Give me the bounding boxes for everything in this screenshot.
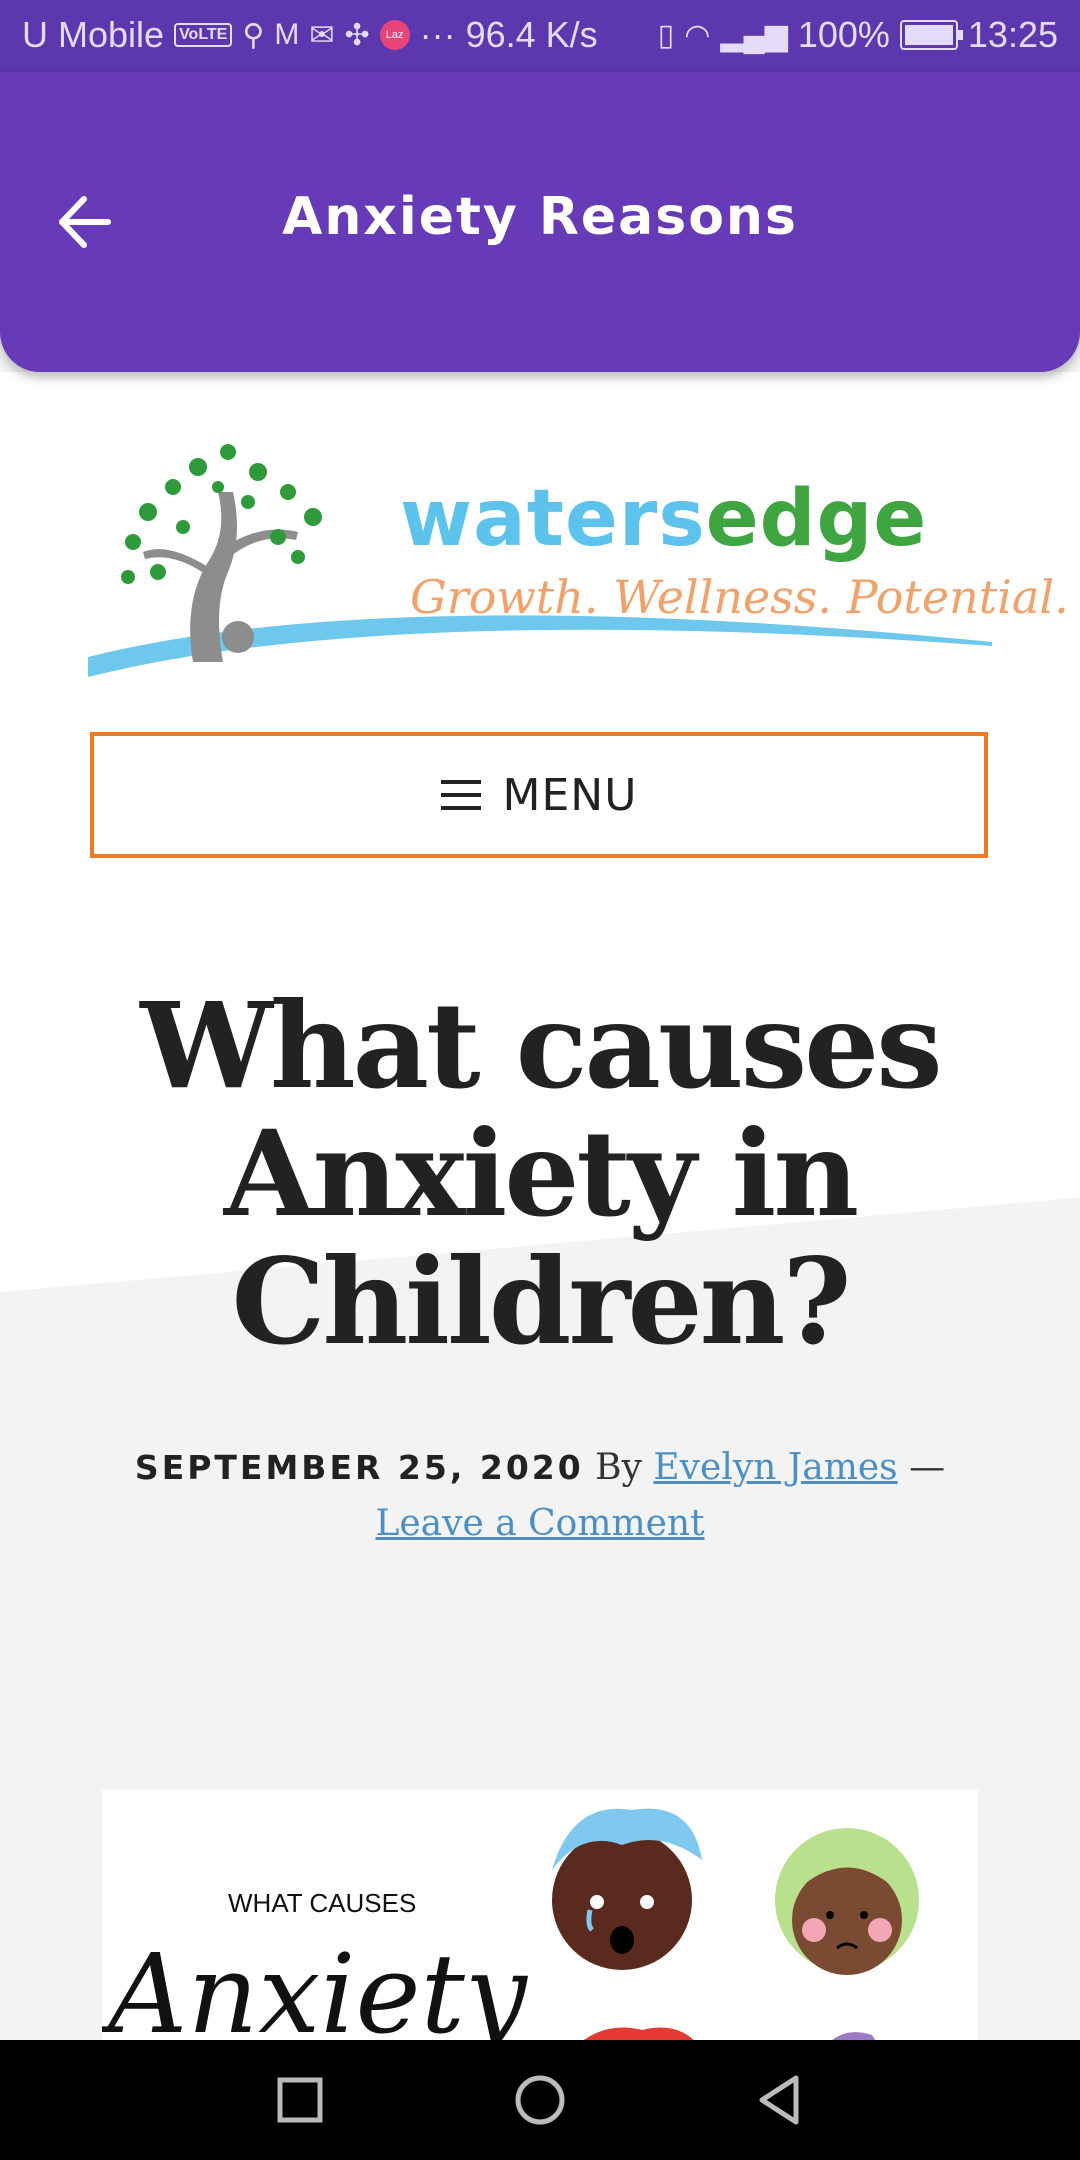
app-bar: Anxiety Reasons [0, 72, 1080, 372]
status-bar: U Mobile VoLTE ⚲ M ✉ ✣ Laz ··· 96.4 K/s … [0, 0, 1080, 72]
logo-word-edge: edge [705, 474, 928, 564]
site-logo[interactable]: watersedge Growth. Wellness. Potential. [88, 432, 1069, 682]
logo-tagline: Growth. Wellness. Potential. [410, 570, 1069, 624]
menu-label: MENU [502, 769, 638, 821]
volte-icon: VoLTE [174, 23, 233, 47]
gmail-icon: M [274, 18, 300, 51]
navigation-bar [0, 2040, 1080, 2160]
mail-icon: ✉ [309, 18, 335, 52]
logo-word-waters: waters [400, 474, 706, 564]
clock: 13:25 [967, 14, 1058, 55]
menu-button[interactable]: MENU [90, 732, 988, 858]
game-icon: ✣ [344, 18, 370, 52]
hamburger-icon [440, 780, 481, 810]
author-link[interactable]: Evelyn James [653, 1447, 897, 1488]
vibrate-icon: ▯ [657, 18, 675, 52]
cartoon-faces [552, 1808, 919, 2040]
post-title: What causes Anxiety in Children? [140, 976, 942, 1371]
carrier-label: U Mobile [22, 14, 165, 55]
recent-apps-icon[interactable] [270, 2070, 330, 2130]
usb-icon: ⚲ [242, 18, 265, 52]
back-icon[interactable] [750, 2070, 810, 2130]
home-icon[interactable] [510, 2070, 570, 2130]
battery-percent: 100% [797, 14, 890, 55]
logo-wordmark: watersedge [400, 474, 927, 564]
featured-image[interactable]: WHAT CAUSES Anxiety [102, 1790, 978, 2040]
by-label: By [595, 1447, 642, 1488]
network-speed: ··· 96.4 K/s [419, 14, 598, 55]
meta-dash: — [909, 1447, 946, 1488]
wifi-icon: ◠ [684, 18, 711, 52]
signal-icon: ▂▄▆ [720, 18, 788, 52]
web-content[interactable]: watersedge Growth. Wellness. Potential. … [0, 372, 1080, 2040]
leave-comment-link[interactable]: Leave a Comment [375, 1503, 704, 1544]
app-title: Anxiety Reasons [282, 187, 798, 247]
battery-icon [899, 20, 963, 50]
post-date: SEPTEMBER 25, 2020 [134, 1448, 584, 1487]
post-meta: SEPTEMBER 25, 2020 By Evelyn James — Lea… [0, 1440, 1080, 1552]
lazada-icon: Laz [379, 20, 410, 50]
